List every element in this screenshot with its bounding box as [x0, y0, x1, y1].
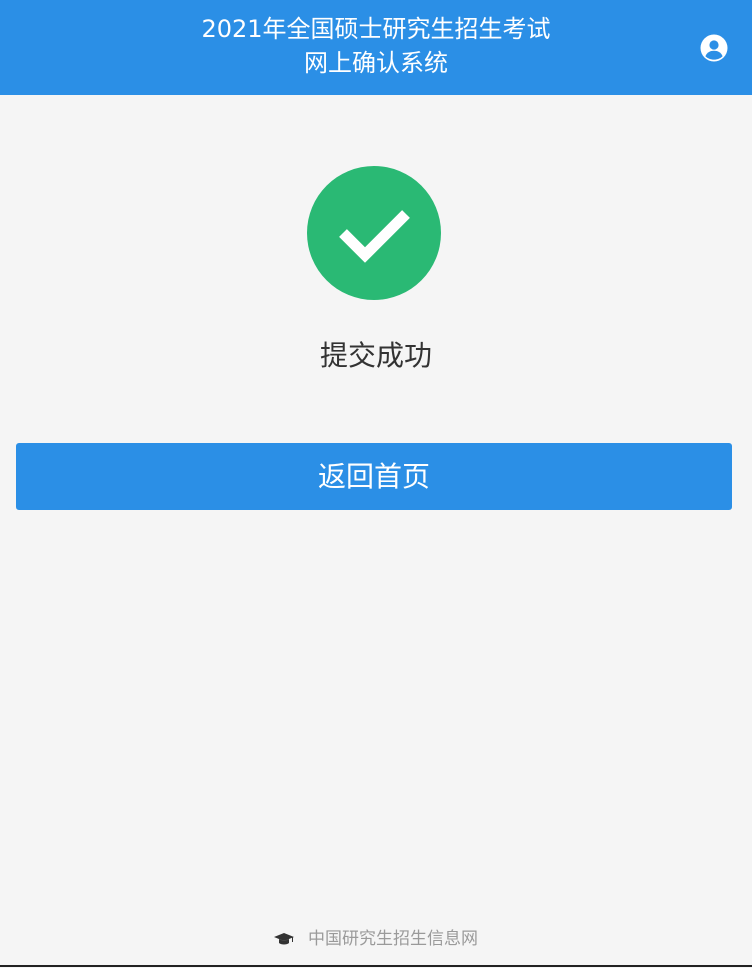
app-header: 2021年全国硕士研究生招生考试 网上确认系统	[0, 0, 752, 95]
graduation-cap-icon	[274, 932, 294, 946]
checkmark-circle-icon	[339, 210, 410, 263]
footer-link[interactable]: 中国研究生招生信息网	[274, 926, 478, 952]
success-status-icon	[307, 166, 441, 300]
page-title: 2021年全国硕士研究生招生考试 网上确认系统	[0, 12, 752, 80]
footer: 中国研究生招生信息网	[0, 926, 752, 952]
user-circle-icon	[700, 34, 728, 62]
return-home-button[interactable]: 返回首页	[16, 443, 732, 510]
bottom-divider	[0, 965, 752, 967]
page-title-line2: 网上确认系统	[304, 49, 448, 77]
user-profile-button[interactable]	[700, 34, 728, 62]
submit-status-text: 提交成功	[319, 339, 432, 372]
footer-link-text: 中国研究生招生信息网	[308, 929, 478, 949]
page-title-line1: 2021年全国硕士研究生招生考试	[201, 15, 551, 43]
